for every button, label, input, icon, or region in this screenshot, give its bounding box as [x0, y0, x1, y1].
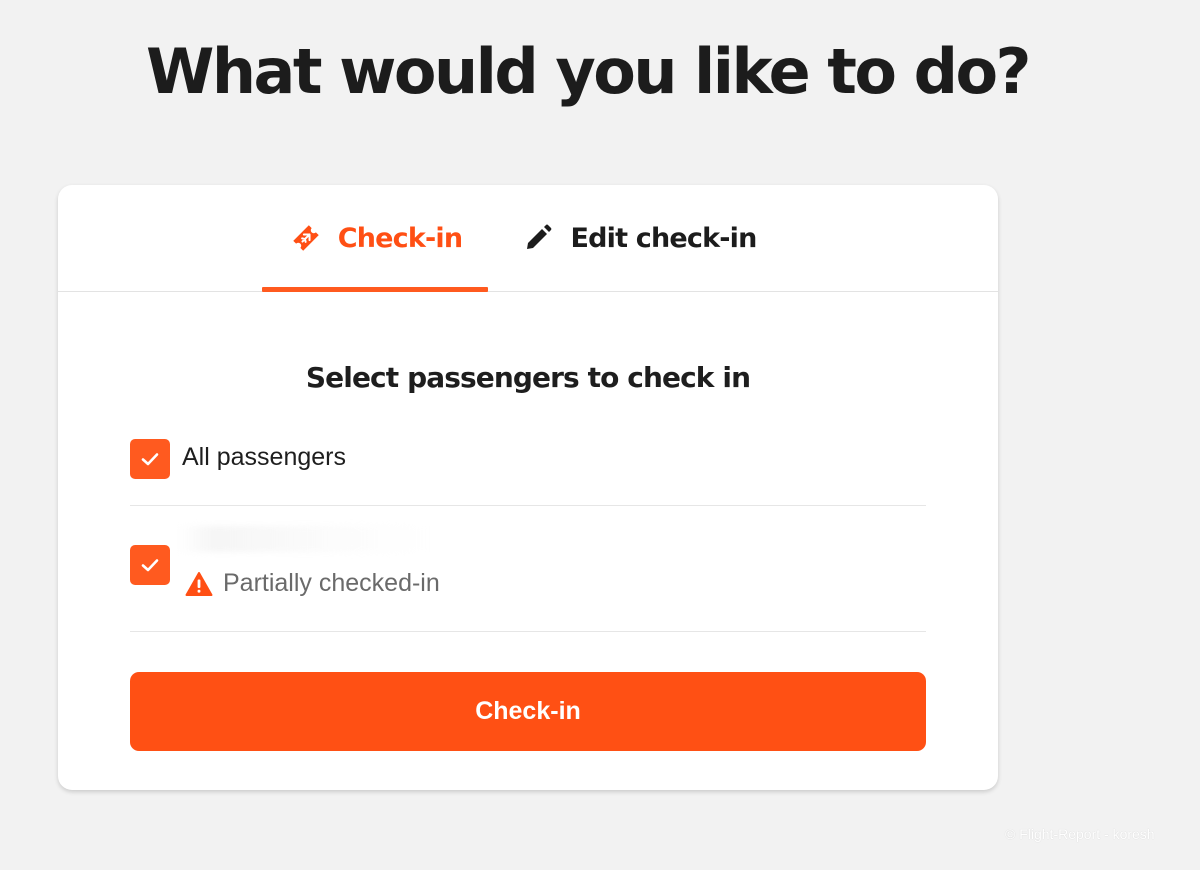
tab-check-in[interactable]: Check-in — [262, 185, 488, 292]
check-in-card: Check-in Edit check-in Select passengers… — [58, 185, 998, 790]
tab-bar: Check-in Edit check-in — [58, 185, 998, 292]
watermark: © Flight-Report - koresh — [1005, 826, 1155, 842]
tab-edit-check-in-label: Edit check-in — [570, 222, 757, 254]
ticket-plane-icon — [288, 220, 324, 256]
passenger-checkbox[interactable] — [130, 545, 170, 585]
passenger-name-redacted — [178, 526, 428, 552]
tab-check-in-label: Check-in — [337, 222, 463, 254]
all-passengers-label: All passengers — [182, 443, 346, 471]
checkmark-icon — [141, 453, 159, 466]
all-passengers-row[interactable]: All passengers — [130, 423, 926, 506]
all-passengers-checkbox[interactable] — [130, 439, 170, 479]
passenger-row[interactable]: Partially checked-in — [130, 506, 926, 632]
check-in-button[interactable]: Check-in — [130, 672, 926, 751]
checkmark-icon — [141, 559, 159, 572]
page-title: What would you like to do? — [146, 35, 1032, 108]
passenger-status-text: Partially checked-in — [223, 569, 440, 597]
pencil-icon — [520, 220, 556, 256]
passenger-status: Partially checked-in — [185, 569, 440, 598]
section-heading: Select passengers to check in — [305, 361, 751, 394]
tab-edit-check-in[interactable]: Edit check-in — [516, 185, 761, 291]
warning-icon — [185, 571, 213, 597]
